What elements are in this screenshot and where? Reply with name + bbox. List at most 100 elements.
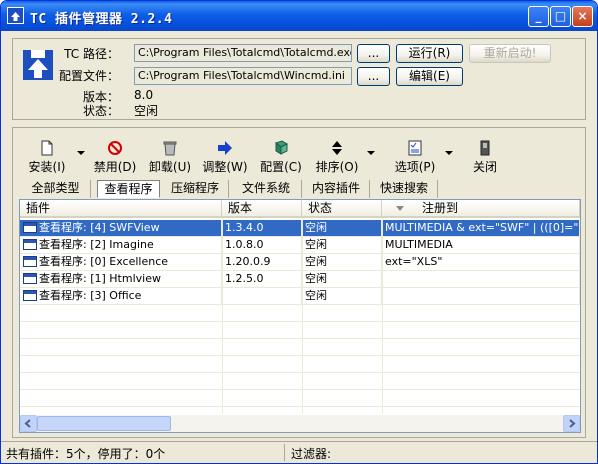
maximize-button[interactable]: □ (550, 6, 571, 27)
version-cell: 1.3.4.0 (222, 220, 302, 237)
options-button[interactable]: 选项(P) (393, 140, 437, 174)
status-divider (284, 444, 285, 461)
window-icon (23, 222, 37, 233)
plugin-name-cell: 查看程序: [0] Excellence (20, 254, 222, 271)
chevron-left-icon (24, 419, 31, 428)
tab-viewer[interactable]: 查看程序 (97, 180, 160, 198)
title-bar[interactable]: TC 插件管理器 2.2.4 _ □ × (1, 1, 597, 31)
install-dropdown-arrow[interactable] (77, 151, 85, 155)
options-label: 选项(P) (394, 160, 436, 174)
main-panel: 安装(I) 禁用(D) 卸载(U) 调整(W) 配置(C) 排序(O) 选项(P… (12, 127, 586, 438)
prohibited-icon (108, 141, 122, 155)
browse-tc-path-button[interactable]: ... (357, 44, 390, 63)
table-row[interactable]: 查看程序: [4] SWFView 1.3.4.0 空闲 MULTIMEDIA … (20, 220, 580, 237)
plugin-name-cell: 查看程序: [3] Office (20, 288, 222, 305)
scroll-thumb[interactable] (37, 416, 171, 431)
grid-column-line (222, 218, 223, 414)
list-header: 插件 版本 状态 注册到 (20, 200, 580, 218)
install-button[interactable]: 安装(I) (26, 140, 68, 174)
window-title: TC 插件管理器 2.2.4 (30, 12, 173, 27)
config-file-field[interactable]: C:\Program Files\Totalcmd\Wincmd.ini (134, 67, 352, 85)
install-label: 安装(I) (28, 160, 66, 174)
status-bar: 共有插件：5个，停用了：0个 过滤器: (1, 441, 597, 463)
tab-content-plugins[interactable]: 内容插件 (303, 180, 370, 198)
close-button[interactable]: 关闭 (468, 140, 502, 174)
plugin-manager-window: TC 插件管理器 2.2.4 _ □ × TC 路径： C:\Program F… (0, 0, 598, 464)
sort-dropdown-arrow[interactable] (367, 151, 375, 155)
plugin-list[interactable]: 插件 版本 状态 注册到 查看程序: [4] SWFView 1.3.4.0 空… (19, 199, 581, 433)
close-window-button[interactable]: × (572, 6, 593, 27)
uninstall-label: 卸载(U) (148, 160, 192, 174)
adjust-button[interactable]: 调整(W) (202, 140, 248, 174)
door-icon (480, 140, 490, 156)
status-cell: 空闲 (302, 288, 382, 305)
tab-quick-search[interactable]: 快速搜索 (371, 180, 438, 198)
registered-cell: MULTIMEDIA (382, 237, 580, 254)
minimize-button[interactable]: _ (528, 6, 549, 27)
run-button[interactable]: 运行(R) (396, 44, 463, 63)
column-header-version[interactable]: 版本 (222, 200, 302, 218)
browse-config-button[interactable]: ... (357, 67, 390, 86)
plugin-name: 查看程序: [1] Htmlview (39, 272, 161, 285)
scroll-left-button[interactable] (20, 415, 37, 432)
trash-icon (163, 141, 177, 156)
status-label: 状态： (82, 104, 119, 118)
registered-cell: MULTIMEDIA & ext="SWF" | (([0]="F" & (382, 220, 580, 237)
app-icon (7, 7, 24, 24)
disable-button[interactable]: 禁用(D) (93, 140, 137, 174)
column-header-registered-label: 注册到 (422, 201, 459, 215)
restart-button[interactable]: 重新启动! (469, 44, 551, 63)
table-row[interactable]: 查看程序: [2] Imagine 1.0.8.0 空闲 MULTIMEDIA (20, 237, 580, 254)
plugin-name: 查看程序: [4] SWFView (39, 221, 160, 234)
plugin-summary: 共有插件：5个，停用了：0个 (6, 447, 166, 461)
grid-line (20, 406, 580, 407)
scroll-right-button[interactable] (563, 415, 580, 432)
options-dropdown-arrow[interactable] (445, 151, 453, 155)
registered-cell (382, 271, 580, 288)
version-cell: 1.0.8.0 (222, 237, 302, 254)
disable-label: 禁用(D) (93, 160, 137, 174)
tc-path-label: TC 路径： (64, 47, 119, 61)
config-file-label: 配置文件： (58, 69, 119, 83)
grid-line (20, 355, 580, 356)
version-value: 8.0 (134, 88, 154, 102)
window-icon (23, 239, 37, 250)
plugin-name-cell: 查看程序: [4] SWFView (20, 220, 222, 237)
edit-button[interactable]: 编辑(E) (396, 67, 463, 86)
column-header-status[interactable]: 状态 (302, 200, 382, 218)
grid-line (20, 321, 580, 322)
grid-line (20, 372, 580, 373)
window-icon (23, 290, 37, 301)
grid-line (20, 389, 580, 390)
chevron-right-icon (569, 419, 576, 428)
arrow-right-icon (218, 141, 232, 155)
sort-button[interactable]: 排序(O) (314, 140, 360, 174)
table-row[interactable]: 查看程序: [1] Htmlview 1.2.5.0 空闲 (20, 271, 580, 288)
status-value: 空闲 (134, 104, 159, 118)
horizontal-scrollbar[interactable] (20, 415, 580, 432)
settings-panel: TC 路径： C:\Program Files\Totalcmd\Totalcm… (12, 38, 586, 120)
plugin-name: 查看程序: [3] Office (39, 289, 142, 302)
tc-path-field[interactable]: C:\Program Files\Totalcmd\Totalcmd.exe (134, 44, 352, 62)
tab-packer[interactable]: 压缩程序 (162, 180, 229, 198)
tab-all-types[interactable]: 全部类型 (21, 180, 91, 198)
plugin-name: 查看程序: [2] Imagine (39, 238, 154, 251)
tab-filesystem[interactable]: 文件系统 (231, 180, 302, 198)
column-header-registered[interactable]: 注册到 (382, 200, 580, 218)
sort-updown-icon (332, 141, 342, 155)
checklist-icon (408, 140, 422, 156)
grid-column-line (382, 218, 383, 414)
table-row[interactable]: 查看程序: [3] Office 空闲 (20, 288, 580, 305)
column-header-plugin[interactable]: 插件 (20, 200, 222, 218)
version-cell: 1.20.0.9 (222, 254, 302, 271)
new-document-icon (41, 140, 53, 156)
configure-button[interactable]: 配置(C) (258, 140, 304, 174)
uninstall-button[interactable]: 卸载(U) (148, 140, 192, 174)
status-cell: 空闲 (302, 237, 382, 254)
status-cell: 空闲 (302, 271, 382, 288)
configure-label: 配置(C) (260, 160, 302, 174)
filter-label: 过滤器: (291, 447, 332, 461)
window-icon (23, 273, 37, 284)
table-row[interactable]: 查看程序: [0] Excellence 1.20.0.9 空闲 ext="XL… (20, 254, 580, 271)
plugin-name-cell: 查看程序: [2] Imagine (20, 237, 222, 254)
